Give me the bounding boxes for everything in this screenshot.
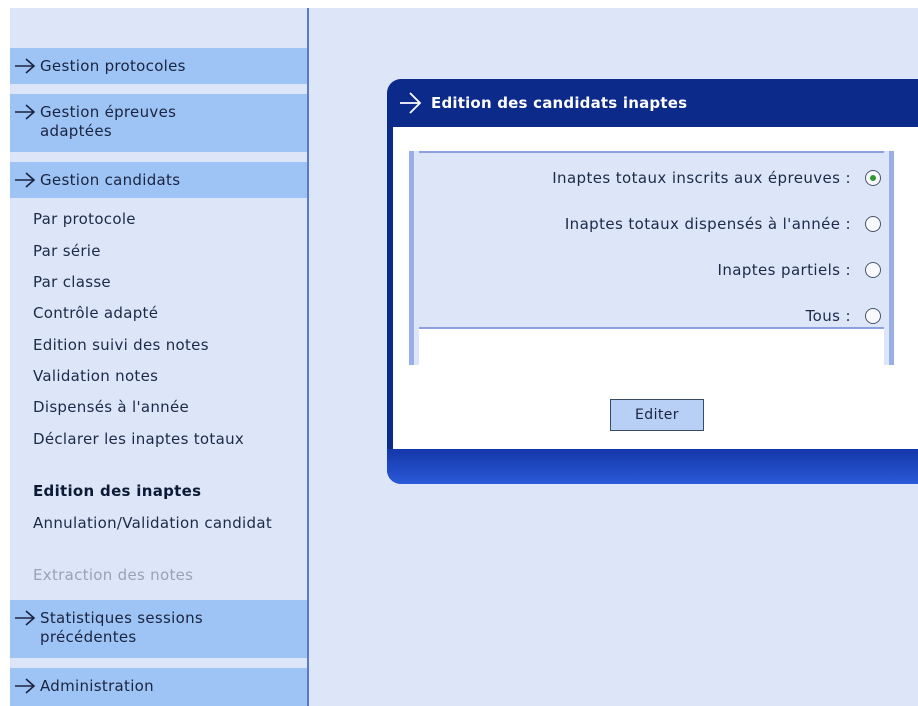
sidebar-item-edition-suivi-notes[interactable]: Edition suivi des notes: [33, 336, 303, 355]
panel-body: Inaptes totaux inscrits aux épreuves : I…: [393, 127, 918, 449]
frame-footer: [419, 329, 884, 365]
radio-inaptes-partiels[interactable]: [865, 262, 881, 278]
divider: [419, 151, 884, 153]
option-row-inaptes-totaux-dispenses: Inaptes totaux dispensés à l'année :: [565, 213, 881, 235]
sidebar-section-statistiques[interactable]: Statistiques sessions précédentes: [10, 600, 307, 658]
option-row-inaptes-partiels: Inaptes partiels :: [717, 259, 881, 281]
sidebar-section-gestion-candidats[interactable]: Gestion candidats: [10, 162, 307, 198]
sidebar-section-administration[interactable]: Administration: [10, 668, 307, 706]
option-label: Tous :: [805, 307, 851, 325]
option-label: Inaptes partiels :: [717, 261, 851, 279]
sidebar-section-label: Statistiques sessions précédentes: [40, 609, 203, 646]
sidebar-item-dispenses-annee[interactable]: Dispensés à l'année: [33, 398, 303, 417]
edition-panel: Edition des candidats inaptes Inaptes to…: [387, 79, 918, 484]
panel-header: Edition des candidats inaptes: [387, 79, 918, 127]
radio-inaptes-totaux-dispenses[interactable]: [865, 216, 881, 232]
editer-button[interactable]: Editer: [610, 399, 704, 431]
left-strip: [0, 0, 10, 706]
options-frame: Inaptes totaux inscrits aux épreuves : I…: [409, 151, 894, 365]
sidebar-item-edition-inaptes[interactable]: Edition des inaptes: [33, 482, 303, 501]
sidebar-item-par-serie[interactable]: Par série: [33, 242, 303, 261]
arrow-right-icon: [15, 172, 36, 188]
arrow-right-icon: [400, 92, 422, 114]
arrow-right-icon: [15, 104, 36, 120]
sidebar-section-label: Gestion protocoles: [40, 57, 186, 75]
sidebar-item-declarer-inaptes-totaux[interactable]: Déclarer les inaptes totaux: [33, 430, 263, 449]
radio-inaptes-totaux-inscrits[interactable]: [865, 170, 881, 186]
option-label: Inaptes totaux inscrits aux épreuves :: [552, 169, 851, 187]
panel-title: Edition des candidats inaptes: [431, 94, 688, 112]
arrow-right-icon: [15, 610, 36, 626]
arrow-right-icon: [15, 58, 36, 74]
sidebar-section-label: Gestion épreuves adaptées: [40, 103, 177, 140]
top-border: [0, 0, 918, 8]
arrow-right-icon: [15, 678, 36, 694]
sidebar-item-extraction-notes: Extraction des notes: [33, 566, 194, 584]
sidebar-item-validation-notes[interactable]: Validation notes: [33, 367, 303, 386]
sidebar-item-controle-adapte[interactable]: Contrôle adapté: [33, 304, 303, 323]
panel-footer: [387, 449, 918, 484]
sidebar-item-par-protocole[interactable]: Par protocole: [33, 210, 303, 229]
sidebar-item-annulation-validation[interactable]: Annulation/Validation candidat: [33, 514, 273, 533]
sidebar-item-par-classe[interactable]: Par classe: [33, 273, 303, 292]
radio-tous[interactable]: [865, 308, 881, 324]
sidebar-section-label: Gestion candidats: [40, 171, 181, 189]
sidebar: Gestion protocoles Gestion épreuves adap…: [10, 0, 309, 706]
option-label: Inaptes totaux dispensés à l'année :: [564, 215, 851, 233]
option-row-tous: Tous :: [806, 305, 881, 327]
sidebar-section-gestion-protocoles[interactable]: Gestion protocoles: [10, 48, 307, 84]
sidebar-section-gestion-epreuves[interactable]: Gestion épreuves adaptées: [10, 94, 307, 152]
sidebar-section-label: Administration: [40, 677, 154, 695]
option-row-inaptes-totaux-inscrits: Inaptes totaux inscrits aux épreuves :: [552, 167, 881, 189]
